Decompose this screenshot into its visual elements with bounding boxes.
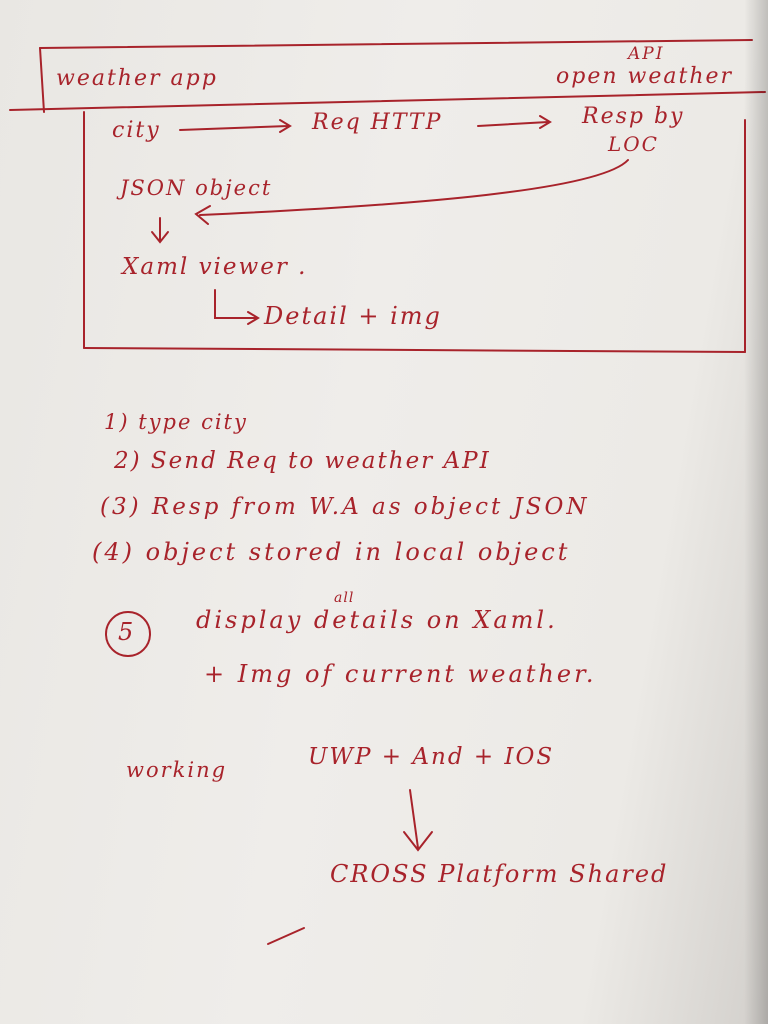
flow-loc: LOC	[608, 132, 659, 156]
step-5-insert: all	[334, 590, 355, 606]
box-left-line	[39, 47, 45, 113]
arrow-json-to-xaml	[151, 217, 169, 244]
flow-resp: Resp by	[582, 104, 685, 129]
footer-working: working	[126, 758, 228, 782]
arrow-req-to-resp	[477, 115, 552, 129]
footer-cross-platform: CROSS Platform Shared	[330, 860, 669, 888]
flow-city: city	[112, 118, 161, 143]
step-5-continued: + Img of current weather.	[204, 660, 597, 688]
flow-detail: Detail + img	[264, 302, 442, 330]
footer-platforms: UWP + And + IOS	[308, 744, 555, 770]
flow-xaml: Xaml viewer .	[122, 254, 308, 280]
api-name: open weather	[556, 64, 734, 89]
page-edge-shadow	[744, 0, 768, 1024]
api-label: API	[628, 44, 665, 64]
step-5-number: 5	[118, 618, 134, 646]
arrow-xaml-to-detail	[214, 289, 260, 325]
box-bottom-line	[83, 347, 746, 353]
arrow-platforms-to-cross	[403, 789, 433, 852]
diagram-title: weather app	[56, 66, 218, 91]
step-5-text: display details on Xaml.	[196, 606, 558, 634]
step-1: 1) type city	[104, 410, 248, 434]
stray-pen-mark	[267, 927, 305, 945]
step-4: (4) object stored in local object	[92, 538, 571, 566]
step-2: 2) Send Req to weather API	[114, 448, 491, 474]
arrow-city-to-req	[179, 119, 292, 133]
flow-req: Req HTTP	[312, 110, 443, 135]
notebook-page: weather app API open weather city Req HT…	[0, 0, 768, 1024]
flow-json: JSON object	[120, 176, 273, 200]
step-3: (3) Resp from W.A as object JSON	[100, 494, 590, 520]
